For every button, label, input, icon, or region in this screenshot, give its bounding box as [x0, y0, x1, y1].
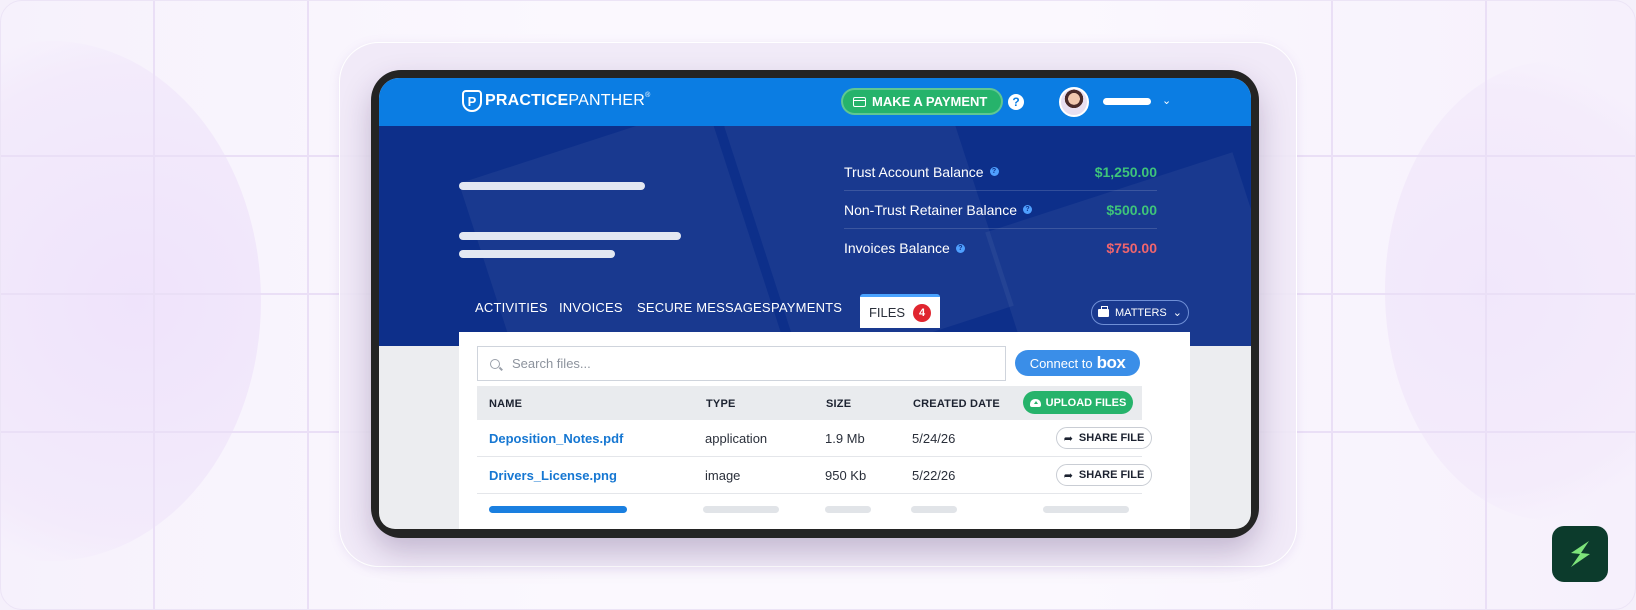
app-logo-badge — [1552, 526, 1608, 582]
grid-line — [1331, 1, 1333, 609]
share-arrow-icon: ➦ — [1063, 432, 1073, 445]
tab-payments[interactable]: PAYMENTS — [771, 300, 842, 315]
file-size: 1.9 Mb — [825, 431, 865, 446]
matters-label: MATTERS — [1115, 306, 1167, 319]
cloud-upload-icon — [1029, 398, 1041, 407]
balance-label: Trust Account Balance? — [844, 164, 999, 180]
file-type: image — [705, 468, 741, 483]
loading-row-placeholder — [489, 506, 627, 513]
practicepanther-logo[interactable]: P PRACTICEPANTHER® — [462, 90, 650, 112]
file-type: application — [705, 431, 768, 446]
upload-files-button[interactable]: UPLOAD FILES — [1023, 391, 1133, 414]
user-avatar[interactable] — [1059, 87, 1089, 117]
share-file-label: SHARE FILE — [1078, 469, 1145, 481]
info-icon[interactable]: ? — [989, 167, 999, 176]
app-screen: P PRACTICEPANTHER® MAKE A PAYMENT ? ⌄ Tr… — [379, 78, 1251, 529]
file-size: 950 Kb — [825, 468, 867, 483]
grid-line — [153, 1, 155, 609]
lightning-logo-icon — [1571, 541, 1590, 567]
make-payment-button[interactable]: MAKE A PAYMENT — [841, 88, 1004, 115]
balance-row-trust: Trust Account Balance? $1,250.00 — [844, 153, 1157, 191]
column-header-type[interactable]: TYPE — [706, 398, 736, 410]
balance-label: Invoices Balance? — [844, 240, 965, 256]
tab-activities[interactable]: ACTIVITIES — [475, 300, 548, 315]
tab-files-label: FILES — [868, 305, 906, 320]
share-file-button[interactable]: ➦ SHARE FILE — [1056, 427, 1152, 449]
chevron-down-icon[interactable]: ⌄ — [1162, 94, 1171, 107]
share-file-button[interactable]: ➦ SHARE FILE — [1056, 464, 1152, 486]
share-file-label: SHARE FILE — [1078, 432, 1145, 444]
decorative-shape-right — [1385, 61, 1635, 521]
files-count-badge: 4 — [913, 303, 932, 322]
file-created-date: 5/22/26 — [912, 468, 956, 483]
make-payment-label: MAKE A PAYMENT — [872, 94, 988, 109]
info-icon[interactable]: ? — [955, 243, 965, 253]
balance-row-invoices: Invoices Balance? $750.00 — [844, 229, 1157, 267]
grid-line — [1485, 1, 1487, 609]
logo-text: PRACTICEPANTHER® — [485, 92, 651, 109]
chevron-down-icon: ⌄ — [1172, 307, 1182, 319]
loading-row-placeholder — [911, 506, 957, 513]
files-panel: Connect to box NAME TYPE SIZE CREATED DA… — [459, 332, 1190, 529]
tab-secure-messages[interactable]: SECURE MESSAGES — [637, 300, 771, 315]
balance-value: $1,250.00 — [1094, 163, 1157, 180]
files-table-header: NAME TYPE SIZE CREATED DATE UPLOAD FILES — [477, 386, 1142, 420]
client-detail-placeholder — [459, 232, 681, 240]
search-field[interactable] — [477, 346, 1006, 381]
briefcase-icon — [1098, 305, 1110, 317]
loading-row-placeholder — [825, 506, 871, 513]
column-header-created-date[interactable]: CREATED DATE — [913, 398, 1000, 410]
column-header-size[interactable]: SIZE — [826, 398, 851, 410]
column-header-name[interactable]: NAME — [489, 398, 522, 410]
loading-row-placeholder — [703, 506, 779, 513]
grid-line — [307, 1, 309, 609]
client-name-placeholder — [459, 182, 645, 190]
connect-box-label: Connect to — [1029, 355, 1093, 371]
connect-box-button[interactable]: Connect to box — [1015, 350, 1140, 376]
file-name-link[interactable]: Drivers_License.png — [489, 468, 617, 483]
user-name-placeholder[interactable] — [1103, 98, 1151, 105]
balance-row-retainer: Non-Trust Retainer Balance? $500.00 — [844, 191, 1157, 229]
box-logo: box — [1096, 353, 1126, 372]
file-created-date: 5/24/26 — [912, 431, 956, 446]
help-icon[interactable]: ? — [1008, 94, 1024, 110]
client-detail-placeholder — [459, 250, 615, 258]
search-icon — [490, 358, 500, 369]
balance-value: $750.00 — [1106, 240, 1157, 256]
file-name-link[interactable]: Deposition_Notes.pdf — [489, 431, 623, 446]
table-row: Deposition_Notes.pdf application 1.9 Mb … — [477, 420, 1152, 457]
decorative-shape-left — [1, 41, 261, 561]
upload-files-label: UPLOAD FILES — [1045, 396, 1127, 409]
search-input[interactable] — [512, 356, 972, 371]
tab-files[interactable]: FILES 4 — [860, 294, 940, 328]
share-arrow-icon: ➦ — [1063, 469, 1073, 482]
info-icon[interactable]: ? — [1023, 205, 1033, 214]
balance-label: Non-Trust Retainer Balance? — [844, 202, 1033, 218]
tab-invoices[interactable]: INVOICES — [559, 300, 623, 315]
matters-dropdown[interactable]: MATTERS ⌄ — [1091, 300, 1189, 325]
table-row: Drivers_License.png image 950 Kb 5/22/26… — [477, 457, 1152, 494]
top-nav-bar: P PRACTICEPANTHER® MAKE A PAYMENT ? ⌄ — [379, 78, 1251, 126]
loading-row-placeholder — [1043, 506, 1129, 513]
credit-card-icon — [853, 96, 866, 107]
panther-logo-icon: P — [462, 90, 482, 112]
balance-value: $500.00 — [1106, 201, 1157, 218]
